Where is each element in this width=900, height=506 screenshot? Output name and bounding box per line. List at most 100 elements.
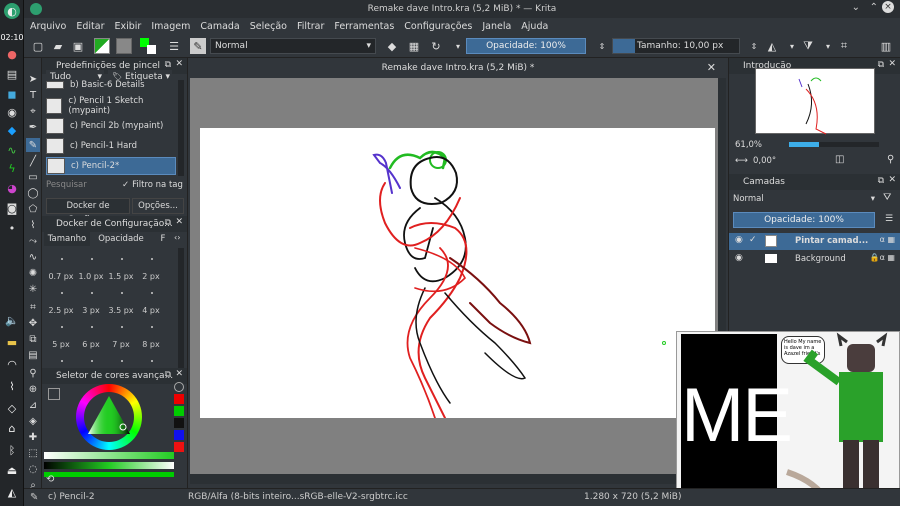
dropbox-icon[interactable]: ◇	[4, 400, 20, 416]
tab-flow[interactable]: F	[156, 232, 170, 246]
layer-blend-select[interactable]: Normal ▾	[733, 192, 877, 206]
chevron-down-icon[interactable]: ▾	[450, 38, 466, 54]
color-swatch[interactable]	[174, 394, 184, 404]
mirror-horizontal-icon[interactable]: ◭	[764, 38, 780, 54]
value-slider[interactable]	[44, 462, 174, 469]
open-folder-icon[interactable]: ▰	[50, 38, 66, 54]
measure-icon[interactable]: ⊿	[26, 398, 40, 412]
menu-ferramentas[interactable]: Ferramentas	[334, 21, 394, 32]
visibility-eye-icon[interactable]: ◉	[735, 253, 743, 263]
rotation-value[interactable]: 0,00°	[753, 156, 776, 166]
float-icon[interactable]: ⧉	[878, 60, 884, 70]
text-tool-icon[interactable]: T	[26, 88, 40, 102]
zoom-value[interactable]: 61,0%	[735, 140, 762, 150]
preset-scrollbar[interactable]	[178, 80, 184, 176]
float-icon[interactable]: ⧉	[878, 176, 884, 186]
smart-patch-icon[interactable]: ✚	[26, 430, 40, 444]
layer-row-background[interactable]: ◉ Background 🔒α ▦	[729, 251, 900, 268]
color-space-label[interactable]: RGB/Alfa (8-bits inteiro...sRGB-elle-V2-…	[188, 492, 408, 502]
filter-icon[interactable]: ⛛	[883, 192, 891, 203]
size-option[interactable]: 0.7 px	[46, 272, 76, 281]
obs-icon[interactable]: ◉	[4, 104, 20, 120]
opacity-spin-icon[interactable]: ⇕	[594, 38, 610, 54]
pattern-icon[interactable]	[116, 38, 132, 54]
menu-janela[interactable]: Janela	[482, 21, 511, 32]
preserve-alpha-icon[interactable]: ▦	[406, 38, 422, 54]
tag-filter-checkbox[interactable]: ✓ Filtro na tag	[122, 178, 186, 192]
float-icon[interactable]: ⧉	[165, 218, 171, 228]
new-document-icon[interactable]: ▢	[30, 38, 46, 54]
network-icon[interactable]: ⌂	[4, 420, 20, 436]
close-panel-icon[interactable]: ✕	[888, 175, 896, 185]
layer-menu-icon[interactable]: ☰	[885, 214, 893, 224]
checkbox-icon[interactable]: ✓	[749, 235, 757, 245]
brush-item-pencil2b[interactable]: c) Pencil 2b (mypaint)	[46, 117, 176, 135]
color-swatch[interactable]	[174, 442, 184, 452]
drawing-canvas[interactable]	[200, 128, 715, 419]
gradient-icon[interactable]	[94, 38, 110, 54]
edit-shapes-icon[interactable]: ⌖	[26, 104, 40, 118]
rotate-icon[interactable]: ⟷	[735, 156, 748, 166]
lock-icon[interactable]: 🔒α ▦	[870, 253, 895, 262]
tab-size[interactable]: Tamanho	[44, 232, 90, 246]
menu-camada[interactable]: Camada	[200, 21, 239, 32]
save-icon[interactable]: ▣	[70, 38, 86, 54]
size-option[interactable]: 2 px	[136, 272, 166, 281]
brush-item-pencil1-sketch[interactable]: c) Pencil 1 Sketch (mypaint)	[46, 96, 176, 116]
overview-thumbnail[interactable]	[755, 68, 875, 135]
folder-icon[interactable]: ▬	[4, 334, 20, 350]
brush-preset-icon[interactable]: ✎	[190, 38, 206, 54]
mirror-vertical-icon[interactable]: ⧩	[800, 38, 816, 54]
steam-icon[interactable]: ◆	[4, 122, 20, 138]
brush-item-basic6[interactable]: b) Basic-6 Details	[46, 80, 176, 90]
crop-icon[interactable]: ⌗	[26, 300, 40, 314]
close-panel-icon[interactable]: ✕	[175, 217, 183, 227]
size-slider[interactable]: Tamanho: 10,00 px	[612, 38, 740, 54]
tab-opacity[interactable]: Opacidade	[96, 232, 146, 246]
color-swatch[interactable]	[174, 430, 184, 440]
size-option[interactable]: 8 px	[136, 340, 166, 349]
history-icon[interactable]: ⟲	[46, 474, 54, 485]
menu-ajuda[interactable]: Ajuda	[521, 21, 548, 32]
opacity-slider[interactable]: Opacidade: 100%	[466, 38, 586, 54]
document-tab[interactable]: Remake dave Intro.kra (5,2 MiB) * ✕	[188, 58, 728, 78]
app-icon[interactable]: ◼	[4, 86, 20, 102]
move-icon[interactable]: ✥	[26, 316, 40, 330]
bluetooth-icon[interactable]: ᛒ	[4, 442, 20, 458]
fg-bg-color-icon[interactable]	[140, 38, 156, 54]
preset-search-input[interactable]: Pesquisar	[46, 178, 116, 192]
visibility-eye-icon[interactable]: ◉	[735, 235, 743, 245]
dynamic-brush-icon[interactable]: ✺	[26, 266, 40, 280]
camera-icon[interactable]: ◙	[4, 200, 20, 216]
line-tool-icon[interactable]: ╱	[26, 154, 40, 168]
float-icon[interactable]: ⧉	[165, 370, 171, 380]
layer-props-icon[interactable]: α ▦	[880, 235, 895, 244]
close-panel-icon[interactable]: ✕	[175, 369, 183, 379]
close-document-icon[interactable]: ✕	[707, 61, 716, 74]
size-option[interactable]: 2.5 px	[46, 306, 76, 315]
tray-icon[interactable]: •	[4, 220, 20, 236]
select-lasso-icon[interactable]: ◌	[26, 462, 40, 476]
gradient-tool-icon[interactable]: ▤	[26, 348, 40, 362]
mirror-canvas-icon[interactable]: ◫	[835, 154, 844, 165]
workspace-icon[interactable]: ▥	[878, 38, 894, 54]
menu-imagem[interactable]: Imagem	[151, 21, 190, 32]
ellipse-tool-icon[interactable]: ◯	[26, 186, 40, 200]
brush-item-pencil2-selected[interactable]: c) Pencil-2*	[46, 157, 176, 175]
polygon-tool-icon[interactable]: ⬠	[26, 202, 40, 216]
zoom-slider[interactable]	[789, 142, 879, 147]
close-panel-icon[interactable]: ✕	[888, 59, 896, 69]
menu-selecao[interactable]: Seleção	[250, 21, 287, 32]
menu-arquivo[interactable]: Arquivo	[30, 21, 66, 32]
calligraphy-icon[interactable]: ✒	[26, 120, 40, 134]
volume-icon[interactable]: 🔈	[4, 312, 20, 328]
color-picker-icon[interactable]: ⚲	[26, 366, 40, 380]
close-icon[interactable]: ×	[882, 1, 894, 13]
rectangle-tool-icon[interactable]: ▭	[26, 170, 40, 184]
options-scrollbar[interactable]	[178, 248, 184, 368]
eraser-icon[interactable]: ◆	[384, 38, 400, 54]
menu-filtrar[interactable]: Filtrar	[297, 21, 324, 32]
reload-icon[interactable]: ↻	[428, 38, 444, 54]
size-option[interactable]: 7 px	[106, 340, 136, 349]
saturation-slider[interactable]	[44, 452, 174, 459]
